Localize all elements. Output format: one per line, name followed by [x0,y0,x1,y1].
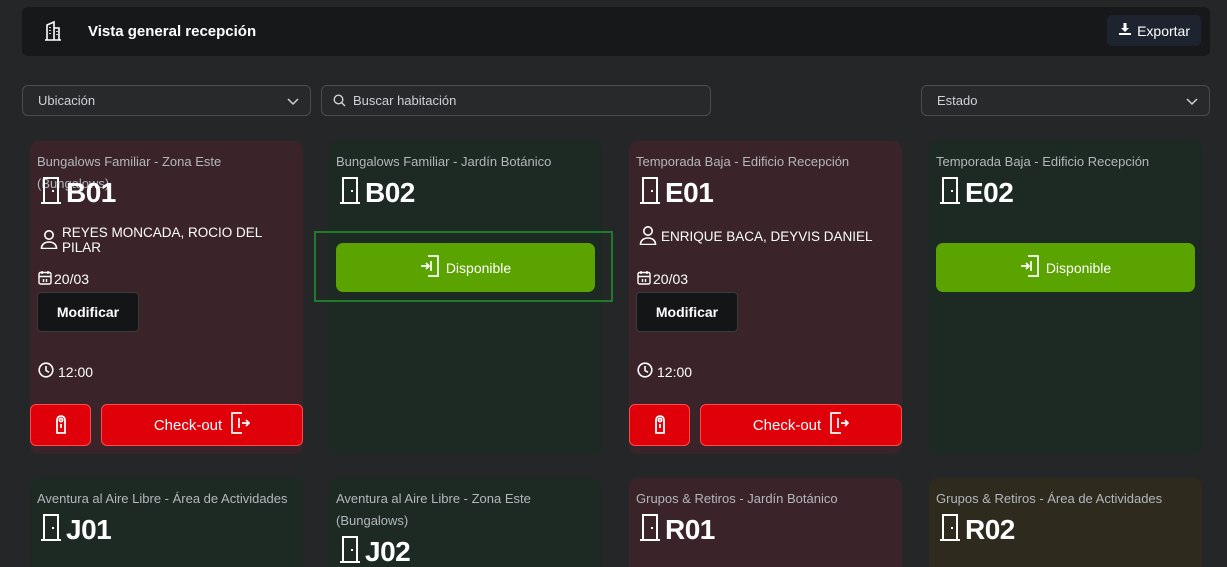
room-location: Aventura al Aire Libre - Área de Activid… [37,491,288,506]
guest-name: REYES MONCADA, ROCIO DEL PILAR [40,225,303,255]
checkin-date: 20/03 [637,270,688,288]
checkin-date: 20/03 [38,270,89,288]
checkin-date-label: 20/03 [653,271,689,287]
focus-ring [314,231,613,302]
page-header: Vista general recepción Exportar [22,7,1210,56]
checkin-date-label: 20/03 [54,271,90,287]
room-number-label: B01 [66,176,116,208]
available-label: Disponible [1045,259,1112,276]
room-number-label: J01 [66,513,112,545]
available-button[interactable]: Disponible [936,243,1195,292]
search-icon [322,94,346,107]
door-icon [338,176,362,209]
room-number-label: J02 [365,535,411,567]
status-select[interactable]: Estado [921,85,1210,116]
enter-door-icon [1020,255,1040,280]
export-label: Exportar [1137,22,1190,39]
export-button[interactable]: Exportar [1107,15,1201,46]
room-location: Grupos & Retiros - Jardín Botánico [636,491,838,506]
room-card-e01[interactable]: Temporada Baja - Edificio Recepción E01 … [629,141,902,454]
door-icon [938,513,962,546]
room-location: Aventura al Aire Libre - Zona Este (Bung… [336,491,531,528]
clock-icon [637,362,653,381]
key-button[interactable] [30,404,91,446]
key-button[interactable] [629,404,690,446]
room-number: E02 [938,176,1014,209]
room-location: Bungalows Familiar - Jardín Botánico [336,154,552,169]
door-icon [39,513,63,546]
room-card-e02[interactable]: Temporada Baja - Edificio Recepción E02 … [929,141,1202,454]
door-icon [338,535,362,567]
room-number: J01 [39,513,112,546]
status-select-label: Estado [937,93,978,108]
checkout-time-label: 12:00 [657,363,693,380]
calendar-icon [38,270,52,288]
chevron-down-icon [286,94,300,111]
building-icon [42,20,64,47]
page-title: Vista general recepción [88,23,257,40]
checkout-label: Check-out [153,416,223,434]
key-card-icon [652,412,668,439]
calendar-icon [637,270,651,288]
download-icon [1118,22,1132,39]
room-number-label: R02 [965,513,1015,545]
key-card-icon [53,412,69,439]
modify-button[interactable]: Modificar [37,292,139,332]
checkout-time-label: 12:00 [58,363,94,380]
room-number: R02 [938,513,1015,546]
checkout-label: Check-out [752,416,822,434]
exit-door-icon [230,412,251,438]
clock-icon [38,362,54,381]
room-number: E01 [638,176,714,209]
user-icon [40,229,58,252]
room-card-b01[interactable]: Bungalows Familiar - Zona Este (Bungalow… [30,141,303,454]
room-number-label: R01 [665,513,715,545]
room-card-j01[interactable]: Aventura al Aire Libre - Área de Activid… [30,478,303,567]
checkout-time: 12:00 [637,362,692,381]
room-number: R01 [638,513,715,546]
door-icon [938,176,962,209]
chevron-down-icon [1185,94,1199,111]
door-icon [39,176,63,209]
room-location: Grupos & Retiros - Área de Actividades [936,491,1163,506]
room-number: B01 [39,176,116,209]
room-location: Temporada Baja - Edificio Recepción [636,154,850,169]
modify-button[interactable]: Modificar [636,292,738,332]
user-icon [639,225,657,248]
guest-name-label: ENRIQUE BACA, DEYVIS DANIEL [661,229,873,244]
room-card-r01[interactable]: Grupos & Retiros - Jardín Botánico R01 [629,478,902,567]
door-icon [638,513,662,546]
guest-name-label: REYES MONCADA, ROCIO DEL PILAR [62,225,262,255]
room-card-r02[interactable]: Grupos & Retiros - Área de Actividades R… [929,478,1202,567]
door-icon [638,176,662,209]
location-select[interactable]: Ubicación [22,85,311,116]
room-card-j02[interactable]: Aventura al Aire Libre - Zona Este (Bung… [329,478,602,567]
room-number: J02 [338,535,411,567]
guest-name: ENRIQUE BACA, DEYVIS DANIEL [639,225,873,248]
room-number-label: E01 [665,176,714,208]
room-number: B02 [338,176,415,209]
checkout-time: 12:00 [38,362,93,381]
room-number-label: E02 [965,176,1014,208]
checkout-button[interactable]: Check-out [700,404,902,446]
location-select-label: Ubicación [38,93,96,108]
exit-door-icon [829,412,850,438]
room-location: Temporada Baja - Edificio Recepción [936,154,1150,169]
room-number-label: B02 [365,176,415,208]
search-placeholder: Buscar habitación [353,93,457,108]
checkout-button[interactable]: Check-out [101,404,303,446]
search-input[interactable]: Buscar habitación [321,85,711,116]
